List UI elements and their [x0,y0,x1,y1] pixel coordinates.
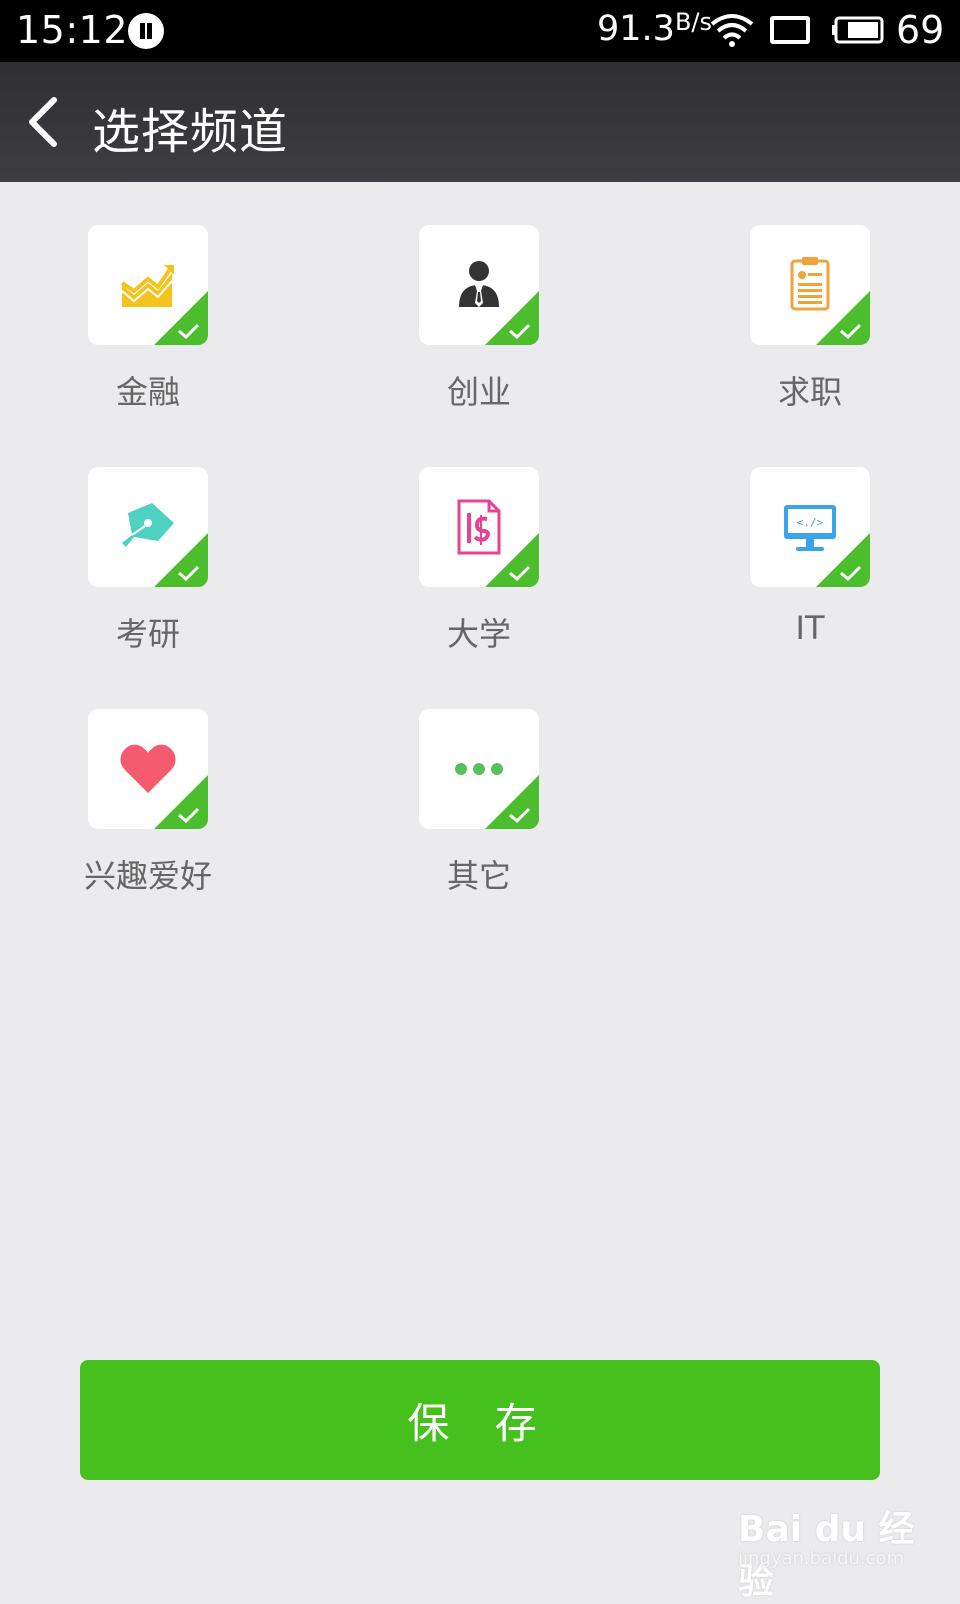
svg-text:<./>: <./> [797,516,824,529]
app-header: 选择频道 [0,62,960,182]
channel-icon-box [419,709,539,829]
sim-icon [770,16,810,44]
page-title: 选择频道 [92,104,289,160]
channel-label: 求职 [777,373,842,411]
save-button[interactable]: 保 存 [80,1360,880,1480]
channel-label: 其它 [446,857,511,895]
channel-tile-postgrad[interactable]: 考研 [28,467,268,655]
status-bar: 15:12 91.3B/s 69 [0,0,960,62]
channel-tile-jobs[interactable]: 求职 [690,225,930,413]
status-time: 15:12 [16,8,129,52]
chevron-left-icon[interactable] [22,94,66,150]
channel-label: 创业 [446,373,511,411]
channel-icon-box [88,467,208,587]
channel-icon-box [88,709,208,829]
check-icon [485,775,539,829]
channel-tile-it[interactable]: <./> IT [690,467,930,647]
network-speed-unit: B/s [674,8,712,36]
channel-icon-box [419,467,539,587]
channel-tile-hobbies[interactable]: 兴趣爱好 [28,709,268,897]
channel-label: 金融 [115,373,180,411]
channel-icon-box [88,225,208,345]
pause-icon [128,13,164,49]
channel-icon-box [419,225,539,345]
channel-tile-startup[interactable]: 创业 [359,225,599,413]
battery-icon [832,16,884,44]
check-icon [154,775,208,829]
channel-label: IT [795,609,825,647]
check-icon [485,291,539,345]
channel-label: 大学 [446,615,511,653]
check-icon [154,533,208,587]
channel-tile-other[interactable]: 其它 [359,709,599,897]
check-icon [816,291,870,345]
channel-icon-box [750,225,870,345]
channel-label: 兴趣爱好 [83,857,212,895]
battery-level: 69 [896,8,945,52]
wifi-icon [710,14,754,47]
check-icon [485,533,539,587]
baidu-jingyan-watermark: Bai du 经验 jingyan.baidu.com [738,1500,938,1602]
watermark-url: jingyan.baidu.com [738,1548,905,1569]
check-icon [816,533,870,587]
channel-tile-university[interactable]: 大学 [359,467,599,655]
check-icon [154,291,208,345]
channel-tile-finance[interactable]: 金融 [28,225,268,413]
channel-label: 考研 [115,615,180,653]
network-speed: 91.3B/s [597,8,712,49]
channel-icon-box: <./> [750,467,870,587]
